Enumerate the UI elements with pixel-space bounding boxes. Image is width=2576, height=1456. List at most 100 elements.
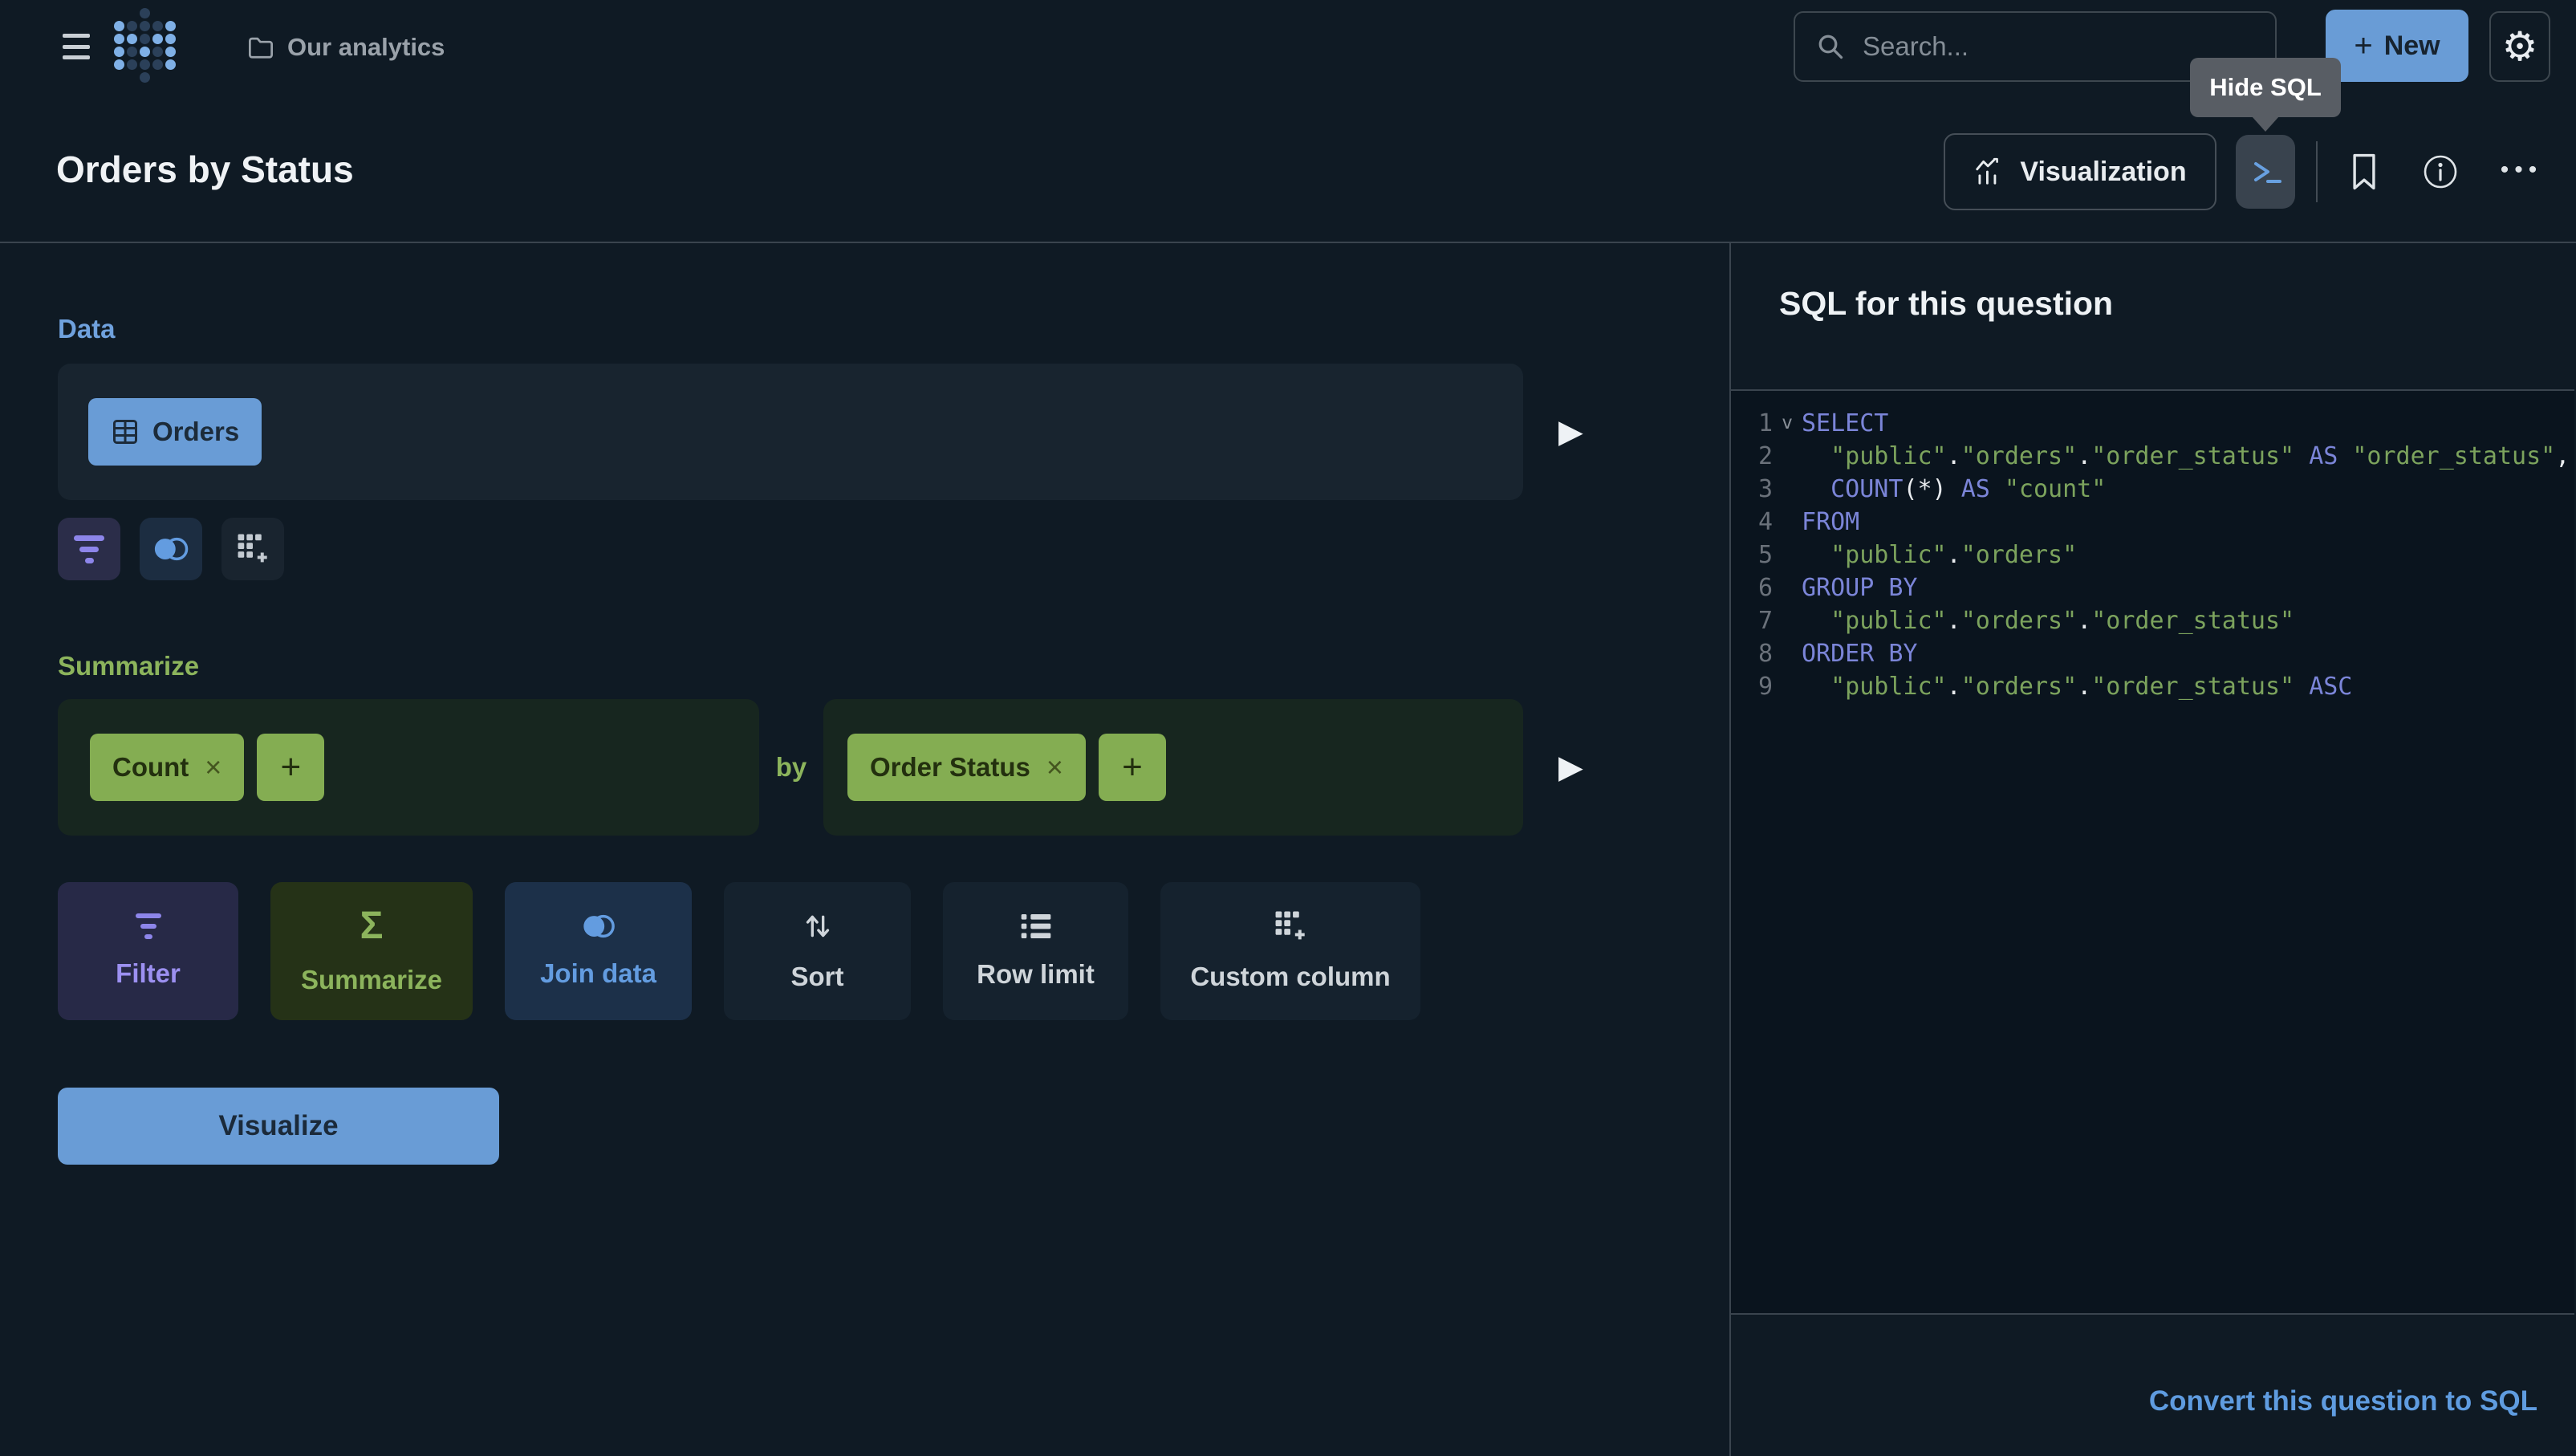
hamburger-menu-icon[interactable]	[63, 34, 90, 59]
sort-icon	[802, 910, 834, 942]
breakout-card: Order Status × +	[823, 699, 1523, 836]
line-number: 7	[1731, 604, 1773, 637]
summarize-section-label: Summarize	[58, 651, 1729, 681]
ellipsis-icon: •••	[2501, 157, 2543, 184]
row-limit-button-label: Row limit	[977, 959, 1095, 990]
line-number: 6	[1731, 571, 1773, 604]
preview-summarize-button[interactable]: ▶	[1558, 751, 1583, 783]
query-builder-panel: Data Orders ▶	[0, 243, 1731, 1456]
join-data-button[interactable]: Join data	[505, 882, 692, 1020]
sigma-icon: Σ	[360, 907, 384, 946]
summarize-button-label: Summarize	[301, 965, 442, 995]
sql-panel-title: SQL for this question	[1779, 285, 2574, 323]
logo-dot	[114, 34, 124, 44]
new-button[interactable]: + New	[2326, 10, 2468, 82]
logo-dot	[127, 47, 137, 57]
join-icon	[580, 913, 617, 939]
logo-dot	[140, 72, 150, 83]
row-limit-icon	[1020, 913, 1052, 940]
logo-dot	[152, 34, 163, 44]
sql-code-line: 2 "public"."orders"."order_status" AS "o…	[1731, 440, 2574, 473]
breakout-chip-label: Order Status	[870, 752, 1030, 783]
tooltip-label: Hide SQL	[2209, 73, 2322, 102]
sql-code-editor[interactable]: 1vSELECT2 "public"."orders"."order_statu…	[1731, 389, 2574, 1315]
visualization-button[interactable]: Visualization	[1944, 133, 2216, 210]
sql-code-text: "public"."orders"."order_status" AS "ord…	[1802, 440, 2570, 473]
custom-column-button[interactable]: Custom column	[1160, 882, 1420, 1020]
aggregation-chip[interactable]: Count ×	[90, 734, 244, 801]
more-options-button[interactable]: •••	[2496, 146, 2547, 194]
logo-dot	[152, 21, 163, 31]
sql-code-line: 8ORDER BY	[1731, 637, 2574, 670]
new-button-label: New	[2384, 31, 2440, 62]
fold-spacer	[1773, 604, 1802, 637]
metabase-logo[interactable]	[114, 8, 176, 83]
line-number: 3	[1731, 473, 1773, 506]
data-section-label: Data	[58, 314, 1729, 344]
fold-icon[interactable]: v	[1773, 407, 1802, 440]
breadcrumb[interactable]: Our analytics	[247, 26, 445, 69]
sql-panel: SQL for this question 1vSELECT2 "public"…	[1731, 243, 2574, 1456]
settings-button[interactable]: ⚙	[2489, 11, 2550, 82]
hide-sql-button[interactable]	[2236, 135, 2295, 209]
close-icon[interactable]: ×	[1046, 753, 1063, 782]
mini-custom-column-button[interactable]	[221, 518, 284, 580]
row-limit-button[interactable]: Row limit	[943, 882, 1128, 1020]
data-table-label: Orders	[152, 417, 239, 447]
table-icon	[111, 417, 140, 446]
data-step-actions	[58, 518, 1729, 580]
close-icon[interactable]: ×	[205, 753, 221, 782]
sort-button[interactable]: Sort	[724, 882, 911, 1020]
search-input[interactable]	[1863, 31, 2232, 62]
join-icon	[152, 536, 189, 562]
aggregation-card: Count × +	[58, 699, 759, 836]
filter-button[interactable]: Filter	[58, 882, 238, 1020]
line-number: 5	[1731, 539, 1773, 571]
logo-dot	[140, 59, 150, 70]
fold-spacer	[1773, 473, 1802, 506]
add-aggregation-button[interactable]: +	[257, 734, 324, 801]
plus-icon: +	[280, 747, 301, 787]
info-button[interactable]	[2419, 149, 2462, 194]
sql-code-text: GROUP BY	[1802, 571, 1918, 604]
logo-dot	[114, 47, 124, 57]
data-table-button[interactable]: Orders	[88, 398, 262, 466]
custom-column-icon	[237, 533, 269, 565]
logo-dot	[140, 8, 150, 18]
plus-icon: +	[1122, 747, 1143, 787]
action-buttons-row: Filter Σ Summarize Join data	[58, 882, 1729, 1020]
fold-spacer	[1773, 506, 1802, 539]
line-number: 8	[1731, 637, 1773, 670]
convert-to-sql-link[interactable]: Convert this question to SQL	[2149, 1385, 2537, 1417]
logo-dot	[165, 47, 176, 57]
sql-code-text: SELECT	[1802, 407, 1888, 440]
summarize-button[interactable]: Σ Summarize	[270, 882, 473, 1020]
title-row: Orders by Status Visualization	[0, 96, 2576, 243]
sql-code-line: 7 "public"."orders"."order_status"	[1731, 604, 2574, 637]
by-label: by	[759, 752, 823, 783]
sql-code-text: "public"."orders"."order_status" ASC	[1802, 670, 2352, 703]
fold-spacer	[1773, 571, 1802, 604]
logo-dot	[114, 21, 124, 31]
bookmark-button[interactable]	[2343, 144, 2385, 199]
filter-button-label: Filter	[116, 958, 181, 989]
preview-data-button[interactable]: ▶	[1558, 416, 1583, 448]
top-bar: Our analytics + New ⚙ Hide SQL	[0, 0, 2576, 96]
terminal-icon	[2246, 153, 2285, 191]
mini-filter-button[interactable]	[58, 518, 120, 580]
logo-dot	[152, 47, 163, 57]
logo-dot	[140, 34, 150, 44]
data-card: Orders	[58, 364, 1523, 500]
visualize-button[interactable]: Visualize	[58, 1088, 499, 1165]
plus-icon: +	[2354, 28, 2372, 64]
page-title: Orders by Status	[56, 148, 354, 191]
sql-panel-header: SQL for this question	[1731, 243, 2574, 389]
mini-join-button[interactable]	[140, 518, 202, 580]
aggregation-chip-label: Count	[112, 752, 189, 783]
sql-code-line: 3 COUNT(*) AS "count"	[1731, 473, 2574, 506]
filter-icon	[136, 913, 161, 939]
breakout-chip[interactable]: Order Status ×	[847, 734, 1086, 801]
line-number: 4	[1731, 506, 1773, 539]
sql-panel-footer: Convert this question to SQL	[1731, 1315, 2574, 1456]
add-breakout-button[interactable]: +	[1099, 734, 1166, 801]
